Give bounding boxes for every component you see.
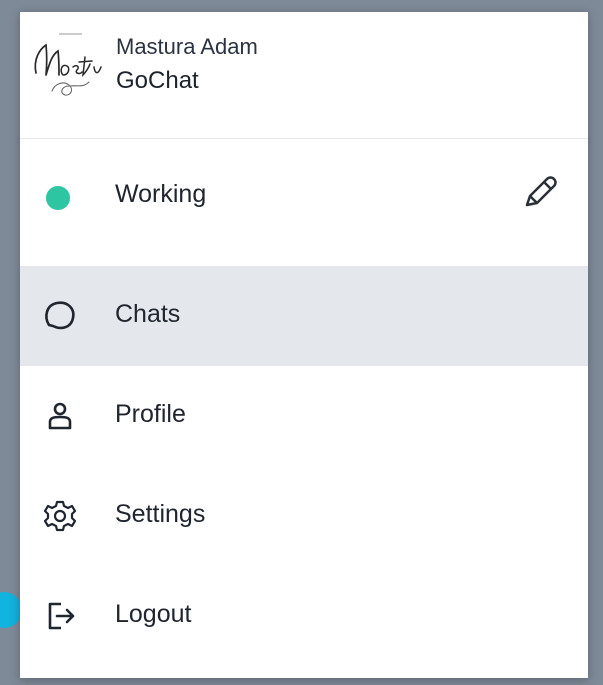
menu-item-chats[interactable]: Chats	[20, 266, 588, 366]
highlight-marker	[0, 592, 22, 628]
menu-item-label: Profile	[115, 400, 186, 428]
edit-status-button[interactable]	[520, 172, 562, 214]
avatar	[34, 33, 102, 96]
menu-item-logout[interactable]: Logout	[20, 566, 588, 666]
pencil-icon	[525, 176, 557, 207]
user-icon	[48, 402, 72, 430]
menu-item-settings[interactable]: Settings	[20, 466, 588, 566]
status-row[interactable]: Working	[20, 146, 588, 246]
chat-bubble-icon	[45, 301, 75, 330]
logout-icon	[48, 602, 75, 630]
menu-item-label: Chats	[115, 300, 181, 328]
menu-item-label: Settings	[115, 500, 206, 528]
status-indicator	[46, 186, 70, 210]
gear-icon	[43, 500, 77, 532]
menu-item-profile[interactable]: Profile	[20, 366, 588, 466]
account-menu-panel: Mastura Adam GoChat Working Chats Profil…	[20, 12, 588, 678]
app-name: GoChat	[116, 67, 199, 94]
menu-item-label: Logout	[115, 600, 192, 628]
account-header: Mastura Adam GoChat	[20, 12, 588, 139]
status-label: Working	[115, 180, 207, 208]
user-name: Mastura Adam	[116, 34, 258, 59]
